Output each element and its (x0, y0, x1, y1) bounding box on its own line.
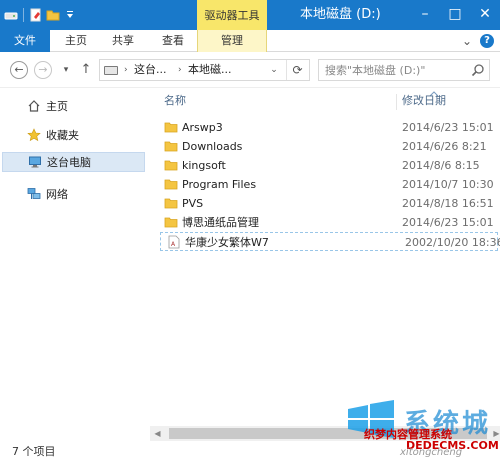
file-row-selected[interactable]: A 华康少女繁体W7 2002/10/20 18:36 (160, 232, 500, 251)
scroll-right-button[interactable]: ▶ (489, 426, 500, 441)
file-row[interactable]: 博思通纸品管理 2014/6/23 15:01 (158, 213, 500, 232)
file-row[interactable]: PVS 2014/8/18 16:51 (158, 194, 500, 213)
file-date: 2002/10/20 18:36 (405, 236, 500, 249)
tab-home[interactable]: 主页 (56, 30, 96, 52)
new-folder-icon[interactable] (46, 8, 60, 22)
breadcrumb-separator[interactable]: › (178, 60, 182, 80)
tab-file[interactable]: 文件 (0, 30, 50, 52)
maximize-button[interactable]: □ (440, 0, 470, 30)
drive-icon[interactable] (4, 8, 18, 22)
search-box[interactable] (318, 59, 490, 81)
close-button[interactable]: ✕ (470, 0, 500, 30)
folder-icon (164, 215, 178, 229)
title-bar: 驱动器工具 本地磁盘 (D:) – □ ✕ (0, 0, 500, 30)
address-dropdown-button[interactable]: ⌄ (265, 60, 283, 80)
minimize-button[interactable]: – (410, 0, 440, 30)
star-icon (26, 127, 42, 143)
file-row[interactable]: kingsoft 2014/8/6 8:15 (158, 156, 500, 175)
collapse-ribbon-icon[interactable]: ⌄ (462, 34, 472, 48)
computer-icon (27, 154, 43, 170)
file-name: kingsoft (182, 159, 226, 172)
file-date: 2014/10/7 10:30 (402, 178, 494, 191)
scrollbar-thumb[interactable] (169, 428, 487, 439)
breadcrumb-local-disk[interactable]: 本地磁... (188, 60, 232, 80)
nav-item-favorites[interactable]: 收藏夹 (2, 125, 145, 145)
ribbon-right-controls: ⌄ ? (462, 33, 494, 49)
file-row[interactable]: Arswp3 2014/6/23 15:01 (158, 118, 500, 137)
scroll-left-button[interactable]: ◀ (150, 426, 165, 441)
breadcrumb-separator[interactable]: › (124, 60, 128, 80)
file-date: 2014/6/26 8:21 (402, 140, 487, 153)
help-icon[interactable]: ? (480, 34, 494, 48)
tab-share[interactable]: 共享 (103, 30, 143, 52)
tab-view[interactable]: 查看 (153, 30, 193, 52)
folder-icon (164, 158, 178, 172)
file-date: 2014/8/6 8:15 (402, 159, 480, 172)
column-header-name[interactable]: 名称 (164, 92, 186, 108)
customize-qat-icon[interactable] (63, 8, 77, 22)
folder-icon (164, 177, 178, 191)
home-icon (26, 98, 42, 114)
address-bar[interactable]: › 这台... › 本地磁... ⌄ ⟳ (99, 59, 310, 81)
column-header-date-modified[interactable]: 修改日期 (402, 92, 446, 108)
drive-icon (104, 66, 118, 75)
file-name: Downloads (182, 140, 243, 153)
ribbon-tabs: 文件 主页 共享 查看 管理 ⌄ ? (0, 30, 500, 52)
file-name: Program Files (182, 178, 257, 191)
quick-access-toolbar (4, 6, 77, 24)
navigation-pane: 主页 收藏夹 这台电脑 网络 (0, 88, 150, 428)
search-input[interactable] (325, 61, 465, 79)
back-button[interactable]: ← (10, 61, 28, 79)
qat-separator (23, 8, 24, 22)
refresh-button[interactable]: ⟳ (286, 60, 308, 80)
breadcrumb-this-pc[interactable]: 这台... (134, 60, 167, 80)
folder-icon (164, 196, 178, 210)
file-date: 2014/8/18 16:51 (402, 197, 494, 210)
nav-item-label: 主页 (46, 100, 68, 113)
file-name: Arswp3 (182, 121, 223, 134)
file-date: 2014/6/23 15:01 (402, 216, 494, 229)
context-tab-group-label: 驱动器工具 (197, 0, 267, 30)
nav-item-home[interactable]: 主页 (2, 96, 145, 116)
search-icon[interactable] (471, 63, 485, 77)
font-file-icon: A (167, 235, 181, 249)
folder-icon (164, 120, 178, 134)
address-row: ← → ▾ ↑ › 这台... › 本地磁... ⌄ ⟳ (0, 52, 500, 88)
file-date: 2014/6/23 15:01 (402, 121, 494, 134)
nav-item-label: 这台电脑 (47, 156, 91, 169)
folder-icon (164, 139, 178, 153)
properties-icon[interactable] (29, 8, 43, 22)
status-bar: 7 个项目 (0, 441, 500, 462)
nav-item-label: 收藏夹 (46, 129, 79, 142)
up-button[interactable]: ↑ (80, 61, 92, 79)
recent-locations-button[interactable]: ▾ (60, 61, 72, 79)
network-icon (26, 186, 42, 202)
file-row[interactable]: Downloads 2014/6/26 8:21 (158, 137, 500, 156)
file-name: 华康少女繁体W7 (185, 236, 269, 249)
horizontal-scrollbar[interactable]: ◀ ▶ (150, 426, 500, 441)
file-name: 博思通纸品管理 (182, 216, 259, 229)
nav-item-network[interactable]: 网络 (2, 184, 145, 204)
window-title: 本地磁盘 (D:) (300, 7, 381, 22)
column-divider[interactable] (396, 94, 397, 110)
file-name: PVS (182, 197, 204, 210)
nav-item-label: 网络 (46, 188, 68, 201)
file-list: 名称 修改日期 Arswp3 2014/6/23 15:01 Downloads… (158, 88, 500, 423)
item-count: 7 个项目 (12, 445, 56, 458)
tab-manage[interactable]: 管理 (197, 30, 267, 52)
forward-button[interactable]: → (34, 61, 52, 79)
file-row[interactable]: Program Files 2014/10/7 10:30 (158, 175, 500, 194)
nav-item-this-pc[interactable]: 这台电脑 (2, 152, 145, 172)
